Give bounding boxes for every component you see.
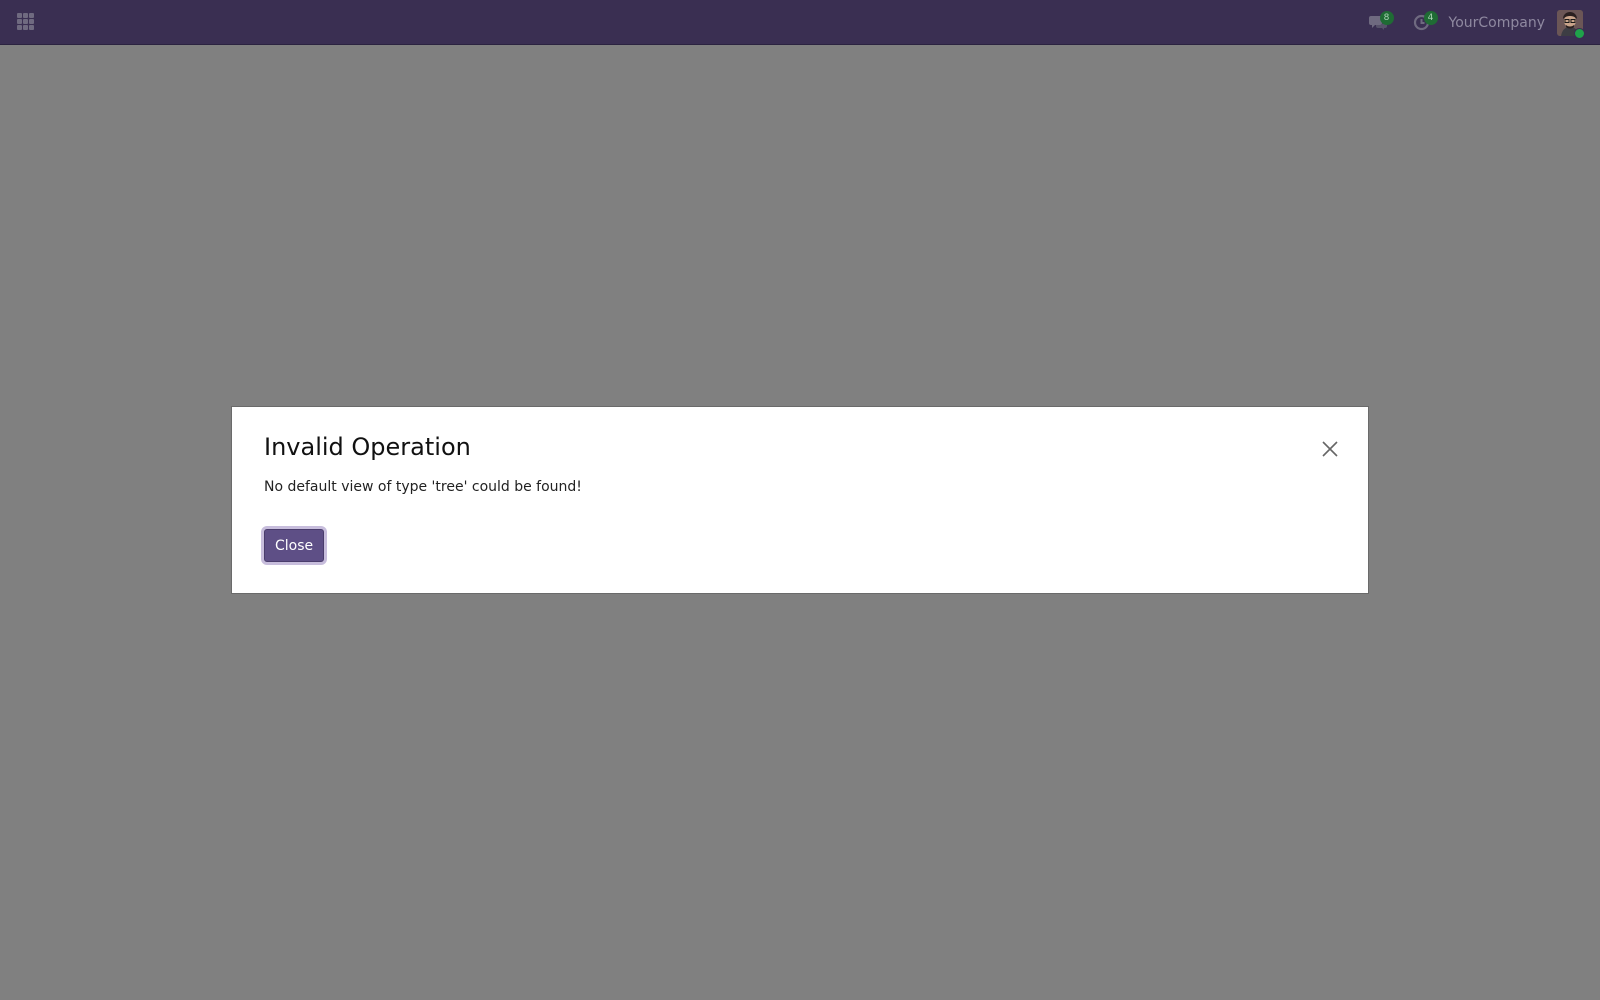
online-status-indicator: [1574, 27, 1585, 39]
dialog-title: Invalid Operation: [264, 433, 471, 461]
activity-counter-badge: 4: [1423, 11, 1438, 25]
company-switcher[interactable]: YourCompany: [1449, 15, 1546, 31]
dialog-message: No default view of type 'tree' could be …: [264, 479, 582, 495]
user-avatar[interactable]: [1557, 9, 1585, 39]
close-button[interactable]: Close: [264, 529, 325, 562]
messaging-menu-button[interactable]: 8: [1363, 0, 1394, 45]
top-navbar: 8 4 YourCompany: [0, 0, 1600, 45]
activity-menu-button[interactable]: 4: [1407, 0, 1438, 45]
apps-menu-icon[interactable]: [17, 13, 37, 33]
systray: 8 4 YourCompany: [1363, 0, 1600, 45]
close-icon[interactable]: [1321, 440, 1339, 458]
error-dialog: Invalid Operation No default view of typ…: [231, 406, 1369, 594]
messaging-counter-badge: 8: [1379, 11, 1394, 25]
